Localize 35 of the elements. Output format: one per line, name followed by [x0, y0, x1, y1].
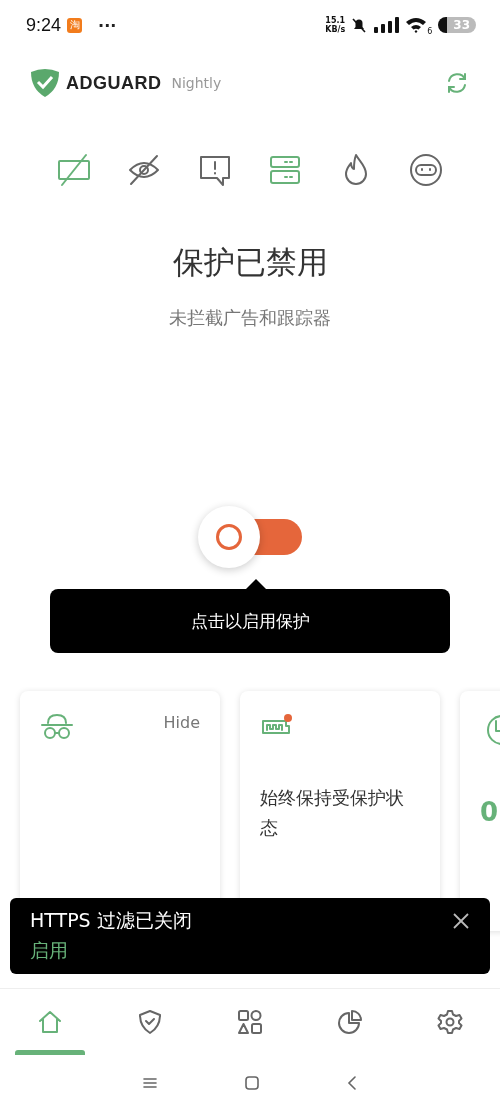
- status-time: 9:24: [26, 14, 62, 36]
- close-icon[interactable]: [452, 912, 470, 930]
- ninja-icon[interactable]: [407, 152, 444, 188]
- network-speed-value: 15.1: [325, 16, 346, 25]
- pie-chart-icon: [336, 1008, 364, 1036]
- tooltip-text: 点击以启用保护: [190, 609, 310, 633]
- signal-icon: [373, 17, 400, 33]
- shield-logo-icon: [30, 68, 60, 98]
- menu-icon[interactable]: [143, 1077, 157, 1089]
- shield-check-icon: [136, 1008, 164, 1036]
- hide-link[interactable]: Hide: [163, 713, 200, 732]
- snackbar-message: HTTPS 过滤已关闭: [30, 908, 192, 933]
- bell-off-icon: [351, 17, 368, 33]
- wifi-icon: [405, 17, 428, 33]
- settings-icon: [436, 1008, 464, 1036]
- protection-status-subtitle: 未拦截广告和跟踪器: [168, 306, 332, 330]
- battery-level: 33: [438, 17, 476, 33]
- spy-icon: [40, 713, 74, 741]
- enable-link[interactable]: 启用: [30, 938, 68, 964]
- wifi-band-label: 6: [427, 27, 433, 36]
- home-button-icon[interactable]: [245, 1076, 259, 1090]
- home-icon: [36, 1008, 64, 1036]
- feature-card[interactable]: 0: [460, 691, 500, 931]
- protection-status-title: 保护已禁用: [171, 243, 329, 282]
- protection-toggle[interactable]: [198, 506, 302, 568]
- card-value: 0: [480, 797, 500, 827]
- app-notification-icon: 淘: [67, 17, 83, 33]
- edition-label: Nightly: [171, 75, 222, 91]
- brand-name: ADGUARD: [66, 72, 162, 94]
- card-text: 始终保持受保护状态: [260, 786, 405, 840]
- shapes-icon: [236, 1008, 264, 1036]
- back-icon[interactable]: [347, 1076, 357, 1090]
- more-notifications: ···: [98, 15, 117, 35]
- network-speed-unit: KB/s: [325, 25, 346, 34]
- ad-block-icon[interactable]: [56, 152, 92, 188]
